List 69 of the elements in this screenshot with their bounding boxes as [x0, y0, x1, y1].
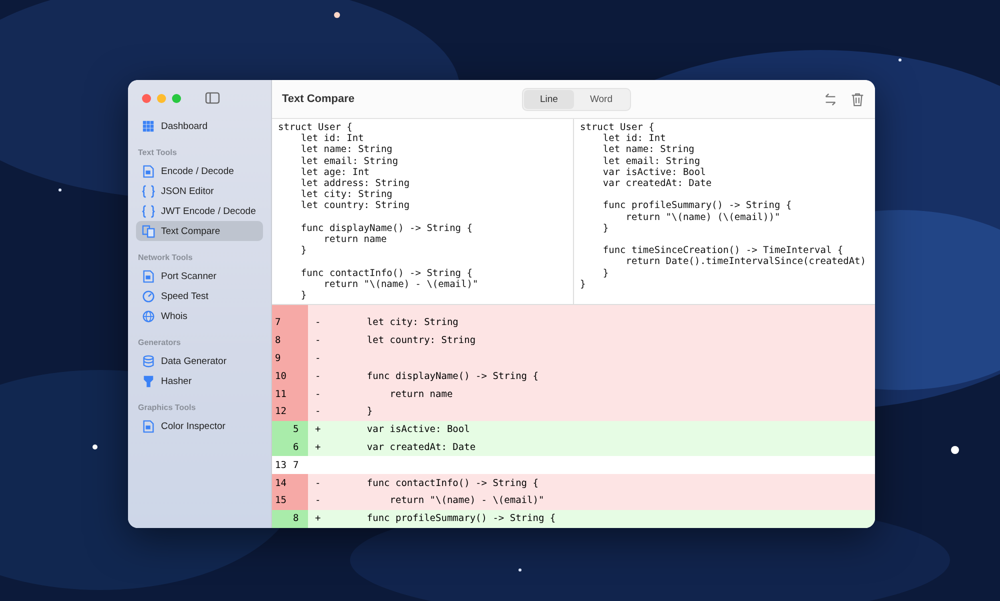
grid-icon: [142, 120, 155, 132]
line-number: 12: [274, 406, 288, 418]
sidebar-item[interactable]: Hasher: [136, 371, 263, 391]
line-number: 7: [274, 317, 282, 328]
diff-marker: +: [314, 424, 322, 436]
sidebar-item[interactable]: Text Compare: [136, 221, 263, 241]
diff-marker: -: [314, 406, 322, 418]
line-number: 11: [274, 388, 288, 400]
diff-marker: -: [314, 352, 322, 364]
sidebar-item[interactable]: Speed Test: [136, 286, 263, 306]
sidebar-item[interactable]: Whois: [136, 306, 263, 326]
document-icon: [142, 420, 155, 432]
line-number: 10: [274, 370, 288, 382]
code-line: let city: String: [366, 317, 458, 328]
database-icon: [142, 354, 155, 368]
code-line: func displayName() -> String {: [366, 370, 538, 382]
line-number: 15: [274, 495, 288, 506]
line-number: 8: [292, 513, 300, 524]
line-number: 6: [292, 442, 300, 453]
line-number: 8: [274, 335, 282, 346]
sidebar-item[interactable]: Data Generator: [136, 351, 263, 371]
documents-icon: [142, 224, 155, 238]
code-line: let country: String: [366, 335, 476, 346]
code-editor[interactable]: struct User { let id: Int let name: String let email: String var isActive: Bool var createdAt: Date func profileSummary() -> String { return "\(name) (\(email))" } func timeSinceCreation() -> TimeInterval { return Date().timeIntervalSince(createdAt) } }: [574, 119, 875, 304]
swap-icon[interactable]: [823, 92, 838, 106]
mode-tab[interactable]: Line: [524, 90, 574, 108]
section-heading: Graphics Tools: [137, 402, 197, 414]
mode-tab[interactable]: Word: [574, 90, 628, 108]
line-number: 13: [274, 460, 288, 471]
funnel-icon: [142, 374, 155, 388]
sidebar-item[interactable]: Encode / Decode: [136, 161, 263, 181]
line-number: 9: [274, 352, 282, 364]
line-number: 5: [292, 424, 300, 436]
code-line: func profileSummary() -> String {: [366, 513, 556, 524]
code-line: var isActive: Bool: [366, 424, 470, 436]
diff-marker: -: [314, 478, 322, 489]
close-button[interactable]: [142, 94, 151, 102]
sidebar-item[interactable]: Color Inspector: [136, 416, 263, 436]
diff-marker: -: [314, 388, 322, 400]
window-title: Text Compare: [282, 93, 356, 105]
code-line: return "\(name) - \(email)": [388, 495, 544, 506]
section-heading: Text Tools: [137, 147, 178, 159]
diff-marker: -: [314, 495, 322, 506]
code-line: return name: [388, 388, 453, 400]
diff-marker: -: [314, 317, 322, 328]
gauge-icon: [142, 290, 155, 302]
line-number: 7: [292, 460, 300, 471]
code-editor[interactable]: struct User { let id: Int let name: String let email: String let age: Int let address: String let city: String let country: String func displayName() -> String { return name } func contactInfo() -> String { return "\(name) - \(email)" }: [272, 119, 574, 304]
document-icon: [142, 164, 155, 178]
diff-marker: -: [314, 335, 322, 346]
document-icon: [142, 270, 155, 282]
line-number: 14: [274, 478, 288, 489]
globe-icon: [142, 310, 155, 322]
code-line: }: [366, 406, 373, 418]
sidebar-item[interactable]: JSON Editor: [136, 181, 263, 201]
diff-marker: +: [314, 513, 322, 524]
code-line: var createdAt: Date: [366, 442, 476, 453]
braces-icon: [142, 204, 155, 218]
braces-icon: [142, 184, 155, 198]
section-heading: Network Tools: [137, 252, 194, 264]
trash-icon[interactable]: [850, 92, 865, 106]
sidebar-item[interactable]: Port Scanner: [136, 266, 263, 286]
code-line: func contactInfo() -> String {: [366, 478, 538, 489]
sidebar-item[interactable]: Dashboard: [136, 116, 263, 136]
diff-marker: +: [314, 442, 322, 453]
section-heading: Generators: [137, 337, 182, 349]
diff-marker: -: [314, 370, 322, 382]
sidebar-toggle-icon[interactable]: [205, 92, 220, 104]
sidebar-item[interactable]: JWT Encode / Decode: [136, 201, 263, 221]
